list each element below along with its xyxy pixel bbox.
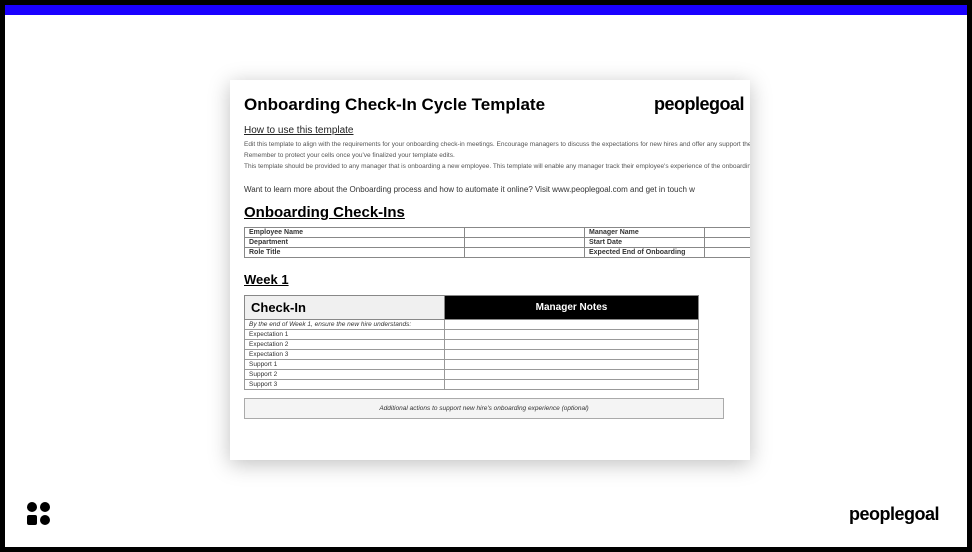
notes-cell [445,350,699,360]
additional-actions-box: Additional actions to support new hire's… [244,398,724,419]
start-date-value [705,238,751,248]
checkin-item: Support 3 [245,380,445,390]
footer-brand-logo: peoplegoal [849,504,939,525]
doc-title: Onboarding Check-In Cycle Template [244,95,545,115]
table-row: Role Title Expected End of Onboarding [245,248,751,258]
checkin-item: Expectation 3 [245,350,445,360]
top-accent-bar [5,5,967,15]
intro-line-3: This template should be provided to any … [244,162,750,171]
notes-cell [445,370,699,380]
table-row: Support 2 [245,370,699,380]
learn-more-text: Want to learn more about the Onboarding … [244,185,750,194]
doc-brand-logo: peoplegoal [654,94,744,115]
notes-cell [445,330,699,340]
notes-cell [445,340,699,350]
checkin-item: Support 2 [245,370,445,380]
week-1-heading: Week 1 [244,272,750,287]
document-preview: Onboarding Check-In Cycle Template peopl… [230,80,750,460]
department-label: Department [245,238,465,248]
how-to-heading: How to use this template [244,125,750,136]
notes-cell [445,320,699,330]
role-title-label: Role Title [245,248,465,258]
footer-brand-icon [27,502,53,525]
intro-line-1: Edit this template to align with the req… [244,140,750,149]
checkin-header: Check-In [245,296,445,320]
role-title-value [465,248,585,258]
intro-line-2: Remember to protect your cells once you'… [244,151,750,160]
checkin-item: Support 1 [245,360,445,370]
table-row: Expectation 3 [245,350,699,360]
end-onboarding-value [705,248,751,258]
checkin-item: Expectation 2 [245,340,445,350]
table-row: By the end of Week 1, ensure the new hir… [245,320,699,330]
table-row: Support 1 [245,360,699,370]
notes-cell [445,380,699,390]
notes-cell [445,360,699,370]
instruction-cell: By the end of Week 1, ensure the new hir… [245,320,445,330]
employee-name-label: Employee Name [245,228,465,238]
checkin-table: Check-In Manager Notes By the end of Wee… [244,295,699,390]
manager-name-value [705,228,751,238]
manager-name-label: Manager Name [585,228,705,238]
slide-frame: Onboarding Check-In Cycle Template peopl… [5,5,967,547]
table-row: Employee Name Manager Name [245,228,751,238]
table-row: Expectation 2 [245,340,699,350]
manager-notes-header: Manager Notes [445,296,699,320]
info-table: Employee Name Manager Name Department St… [244,227,750,258]
checkins-heading: Onboarding Check-Ins [244,204,750,221]
square-icon [27,515,37,525]
circle-icon [27,502,37,512]
circle-icon [40,502,50,512]
table-row: Department Start Date [245,238,751,248]
table-row: Support 3 [245,380,699,390]
start-date-label: Start Date [585,238,705,248]
table-row: Expectation 1 [245,330,699,340]
employee-name-value [465,228,585,238]
checkin-item: Expectation 1 [245,330,445,340]
department-value [465,238,585,248]
end-onboarding-label: Expected End of Onboarding [585,248,705,258]
circle-icon [40,515,50,525]
